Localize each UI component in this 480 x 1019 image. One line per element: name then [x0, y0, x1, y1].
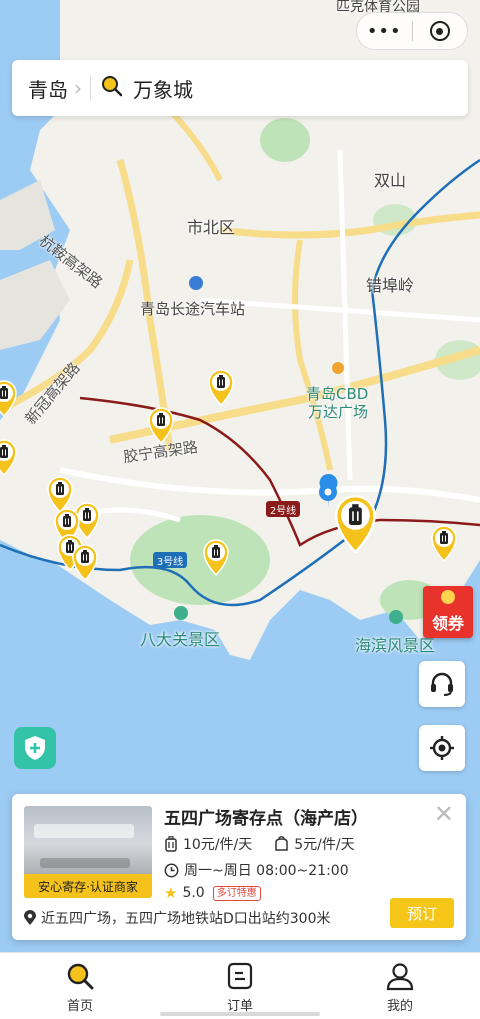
storage-marker[interactable]: [202, 538, 230, 576]
shield-icon: [25, 736, 45, 760]
rating-value: 5.0: [182, 885, 205, 901]
large-luggage-icon: [164, 835, 178, 853]
chevron-right-icon: ›: [74, 76, 82, 100]
tab-home-label: 首页: [66, 999, 93, 1014]
search-input[interactable]: 万象城: [133, 74, 193, 103]
storage-marker[interactable]: [147, 406, 175, 444]
search-icon: [67, 963, 94, 990]
certified-badge: 安心寄存·认证商家: [24, 874, 152, 898]
map-label-shibei: 市北区: [187, 218, 236, 237]
storage-point-card[interactable]: 安心寄存·认证商家 五四广场寄存点（海产店） ✕ 10元/件/天 5元/件/天 …: [12, 794, 466, 940]
discount-tag: 多订特惠: [212, 885, 261, 901]
hours-row: 周一~周日 08:00~21:00: [164, 860, 349, 880]
metro-line2-badge: 2号线: [266, 501, 300, 517]
opening-hours: 周一~周日 08:00~21:00: [184, 863, 349, 879]
storage-marker[interactable]: [207, 368, 235, 406]
tab-profile-label: 我的: [386, 999, 413, 1014]
locate-icon: [430, 736, 454, 760]
user-icon: [386, 963, 414, 991]
map-label-wanda: 万达广场: [308, 403, 369, 421]
bottom-tab-bar: 首页 订单 我的: [0, 952, 480, 1019]
close-icon[interactable]: ✕: [434, 802, 454, 826]
order-icon: [227, 962, 253, 990]
price-row: 10元/件/天 5元/件/天: [164, 834, 355, 854]
store-address: 近五四广场，五四广场地铁站D口出站约300米: [41, 911, 331, 927]
book-button[interactable]: 预订: [390, 898, 454, 928]
storage-marker[interactable]: [0, 438, 18, 476]
insurance-shield-button[interactable]: [14, 727, 56, 769]
map-label-bus-station: 青岛长途汽车站: [140, 300, 246, 318]
city-selector[interactable]: 青岛: [28, 74, 68, 103]
address-row: 近五四广场，五四广场地铁站D口出站约300米: [24, 908, 331, 928]
coupon-button[interactable]: 领券: [423, 586, 473, 638]
map-label-cuobuling: 错埠岭: [366, 276, 415, 295]
map-label-badaguan: 八大关景区: [140, 630, 221, 649]
small-bag-icon: [274, 836, 289, 852]
search-icon: [101, 75, 123, 101]
storage-marker[interactable]: [71, 543, 99, 581]
headset-icon: [431, 672, 453, 696]
search-bar[interactable]: 青岛 › 万象城: [12, 60, 468, 116]
storage-marker[interactable]: [0, 379, 18, 417]
target-circle-icon[interactable]: [413, 21, 468, 41]
coupon-label: 领券: [431, 614, 464, 633]
map-label-shuangshan: 双山: [374, 171, 407, 190]
more-dots-icon[interactable]: •••: [357, 21, 412, 42]
tab-profile[interactable]: 我的: [320, 953, 480, 1019]
store-name: 五四广场寄存点（海产店）: [164, 809, 368, 829]
storage-marker[interactable]: [333, 493, 378, 554]
clock-icon: [164, 863, 179, 878]
search-divider: [90, 76, 91, 100]
mini-program-capsule: •••: [356, 12, 468, 50]
small-price: 5元/件/天: [294, 837, 355, 853]
metro-line3-badge: 3号线: [153, 552, 187, 568]
storage-marker[interactable]: [430, 524, 458, 562]
coin-icon: [441, 590, 455, 604]
location-pin-icon: [24, 910, 36, 926]
tab-home[interactable]: 首页: [0, 953, 160, 1019]
home-indicator: [160, 1012, 320, 1016]
locate-button[interactable]: [419, 725, 465, 771]
app-root: 2号线 3号线 匹克体育公园 双山 市北区 错埠岭 杭鞍高架路 青岛长途汽车站 …: [0, 0, 480, 1019]
tab-orders[interactable]: 订单: [160, 953, 320, 1019]
star-icon: ★: [164, 884, 178, 902]
customer-service-button[interactable]: [419, 661, 465, 707]
large-price: 10元/件/天: [183, 837, 253, 853]
rating-row: ★ 5.0 多订特惠: [164, 884, 261, 902]
